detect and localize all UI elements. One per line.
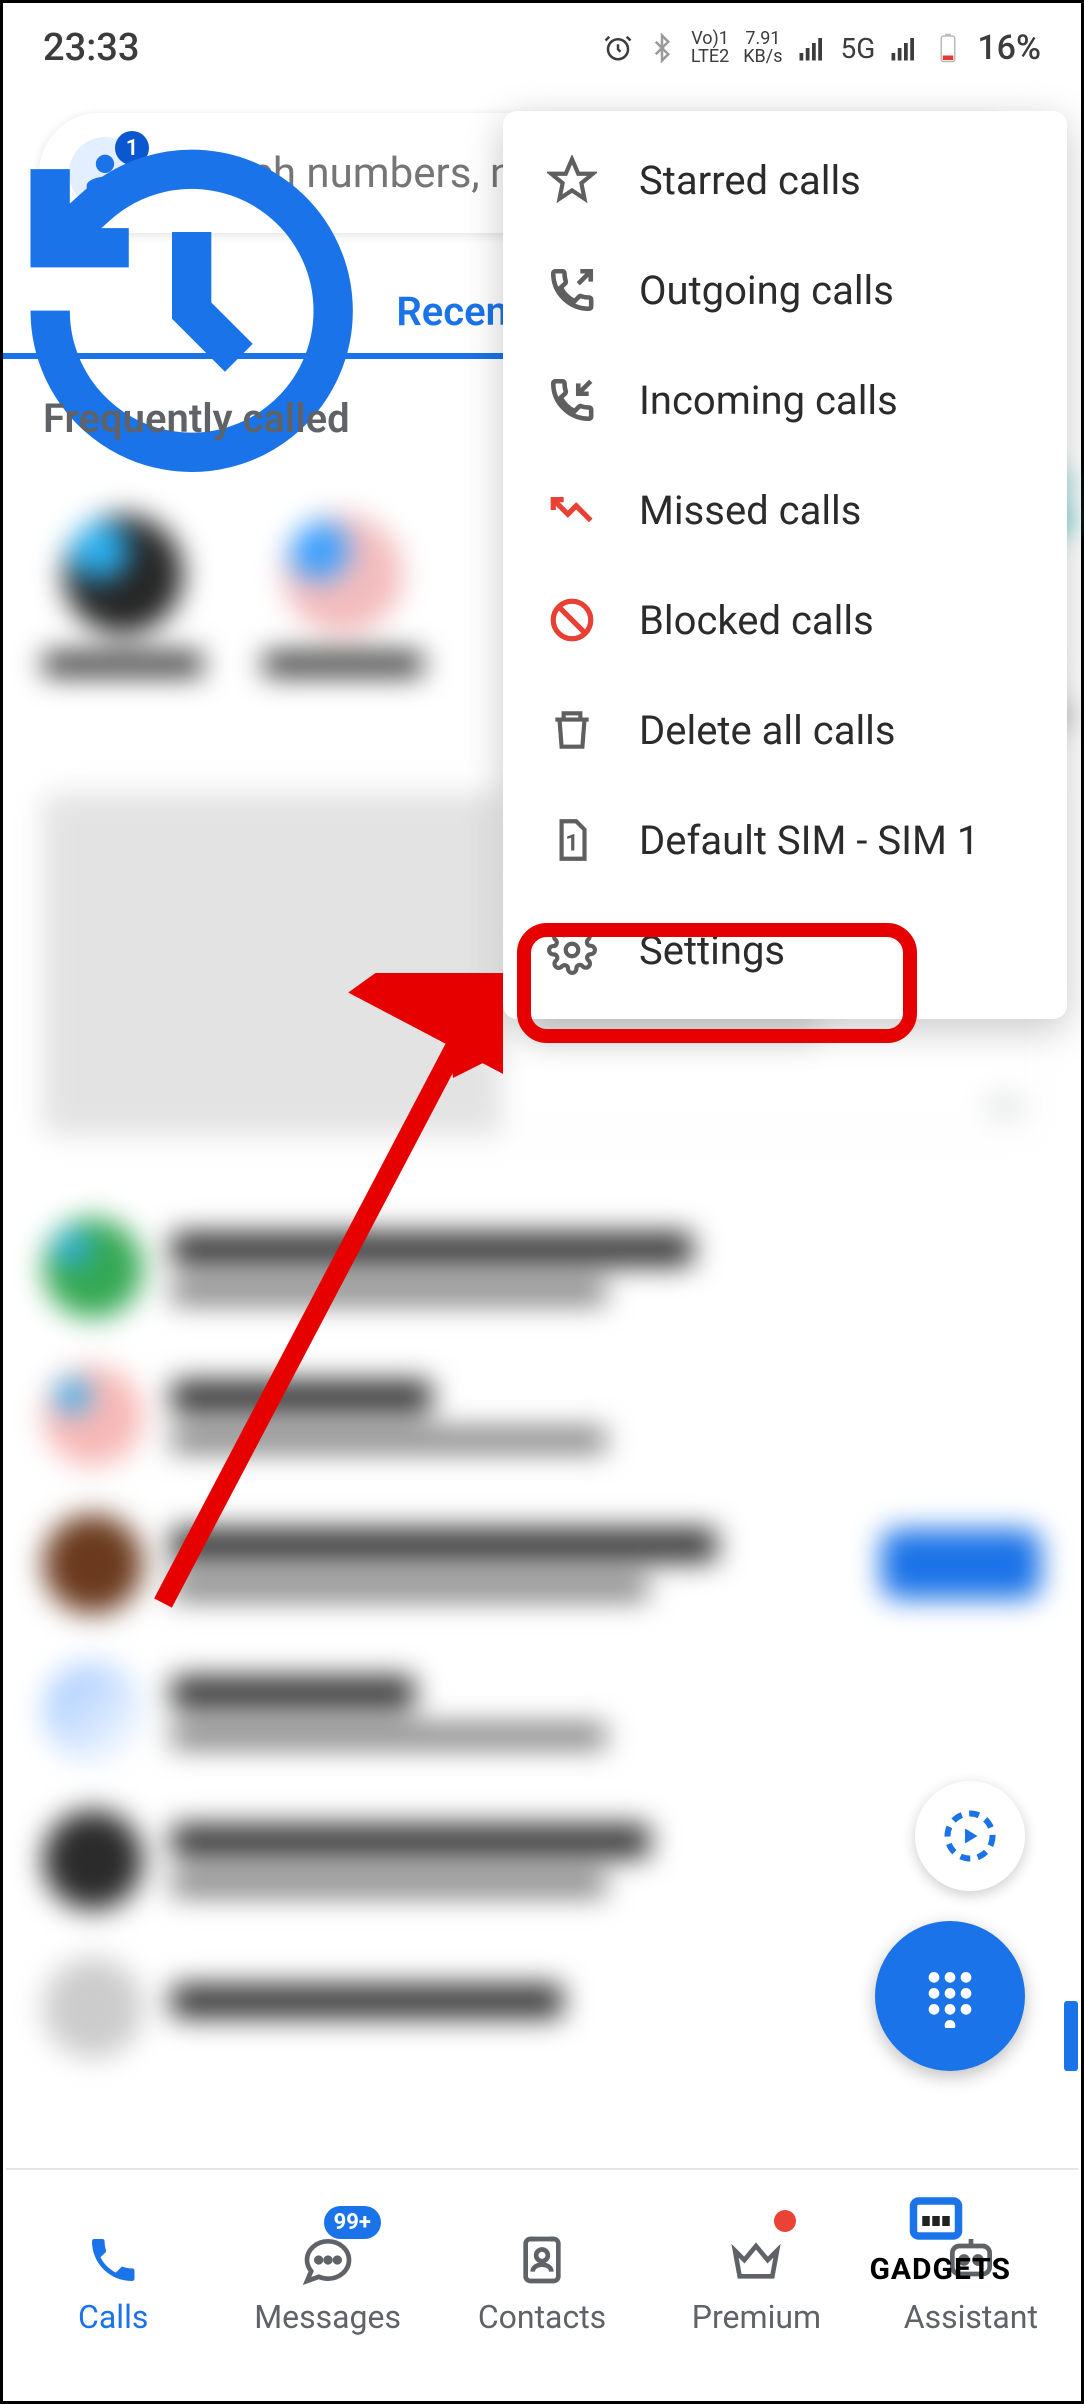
menu-settings[interactable]: Settings xyxy=(503,895,1067,1005)
signal-icon-2 xyxy=(889,33,919,63)
nav-contacts-label: Contacts xyxy=(478,2298,606,2336)
ad-label: Ad xyxy=(987,1089,1021,1122)
menu-delete-all[interactable]: Delete all calls xyxy=(503,675,1067,785)
signal-icon xyxy=(797,33,827,63)
nav-premium[interactable]: Premium xyxy=(649,2170,863,2398)
network-type: 5G xyxy=(841,32,876,65)
menu-missed-calls[interactable]: Missed calls xyxy=(503,455,1067,565)
nav-calls[interactable]: Calls xyxy=(6,2170,220,2398)
trash-icon xyxy=(547,705,597,755)
menu-starred-calls[interactable]: Starred calls xyxy=(503,125,1067,235)
star-icon xyxy=(547,155,597,205)
menu-label: Settings xyxy=(639,927,785,974)
messages-badge: 99+ xyxy=(324,2206,381,2239)
call-log-item[interactable] xyxy=(43,1786,1041,1934)
blocked-icon xyxy=(547,595,597,645)
nav-premium-label: Premium xyxy=(692,2298,821,2336)
history-icon xyxy=(3,122,380,499)
contacts-icon xyxy=(514,2232,570,2288)
svg-text:1: 1 xyxy=(565,829,578,856)
missed-call-icon xyxy=(547,485,597,535)
crown-icon xyxy=(728,2232,784,2288)
call-log-item[interactable] xyxy=(43,1194,1041,1342)
sim-indicator: Vo)1LTE2 xyxy=(691,30,729,66)
menu-label: Default SIM - SIM 1 xyxy=(639,817,979,864)
menu-label: Outgoing calls xyxy=(639,267,894,314)
call-log-item[interactable] xyxy=(43,1490,1041,1638)
chat-icon xyxy=(300,2232,356,2288)
frequent-contact[interactable] xyxy=(43,514,203,734)
call-log-item[interactable] xyxy=(43,1638,1041,1786)
menu-label: Missed calls xyxy=(639,487,861,534)
menu-label: Starred calls xyxy=(639,157,861,204)
watermark-text: GADGETS xyxy=(869,2252,1011,2287)
battery-icon xyxy=(933,33,963,63)
nav-calls-label: Calls xyxy=(78,2298,148,2336)
menu-label: Blocked calls xyxy=(639,597,874,644)
tab-recents[interactable]: Recents xyxy=(3,263,542,359)
voice-icon xyxy=(940,1806,1000,1866)
gear-icon xyxy=(547,925,597,975)
premium-dot xyxy=(774,2210,796,2232)
call-log-item[interactable] xyxy=(43,1342,1041,1490)
bluetooth-icon xyxy=(647,33,677,63)
watermark-icon xyxy=(901,2191,971,2251)
nav-contacts[interactable]: Contacts xyxy=(435,2170,649,2398)
nav-messages[interactable]: 99+ Messages xyxy=(220,2170,434,2398)
frequent-contact[interactable] xyxy=(263,514,423,734)
menu-default-sim[interactable]: 1 Default SIM - SIM 1 xyxy=(503,785,1067,895)
nav-messages-label: Messages xyxy=(254,2298,401,2336)
menu-label: Incoming calls xyxy=(639,377,898,424)
status-bar: 23:33 Vo)1LTE2 7.91KB/s 5G 16% xyxy=(3,3,1081,93)
incoming-call-icon xyxy=(547,375,597,425)
sim-icon: 1 xyxy=(547,815,597,865)
overflow-menu: Starred calls Outgoing calls Incoming ca… xyxy=(503,111,1067,1019)
side-handle[interactable] xyxy=(1064,2001,1078,2071)
outgoing-call-icon xyxy=(547,265,597,315)
menu-outgoing-calls[interactable]: Outgoing calls xyxy=(503,235,1067,345)
dialpad-icon xyxy=(918,1964,982,2028)
menu-blocked-calls[interactable]: Blocked calls xyxy=(503,565,1067,675)
dialpad-fab[interactable] xyxy=(875,1921,1025,2071)
voice-call-fab[interactable] xyxy=(915,1781,1025,1891)
status-time: 23:33 xyxy=(43,26,139,70)
alarm-icon xyxy=(603,33,633,63)
data-speed: 7.91KB/s xyxy=(743,30,782,66)
phone-icon xyxy=(85,2232,141,2288)
menu-label: Delete all calls xyxy=(639,707,896,754)
battery-percent: 16% xyxy=(977,28,1041,68)
menu-incoming-calls[interactable]: Incoming calls xyxy=(503,345,1067,455)
nav-assistant-label: Assistant xyxy=(904,2298,1038,2336)
